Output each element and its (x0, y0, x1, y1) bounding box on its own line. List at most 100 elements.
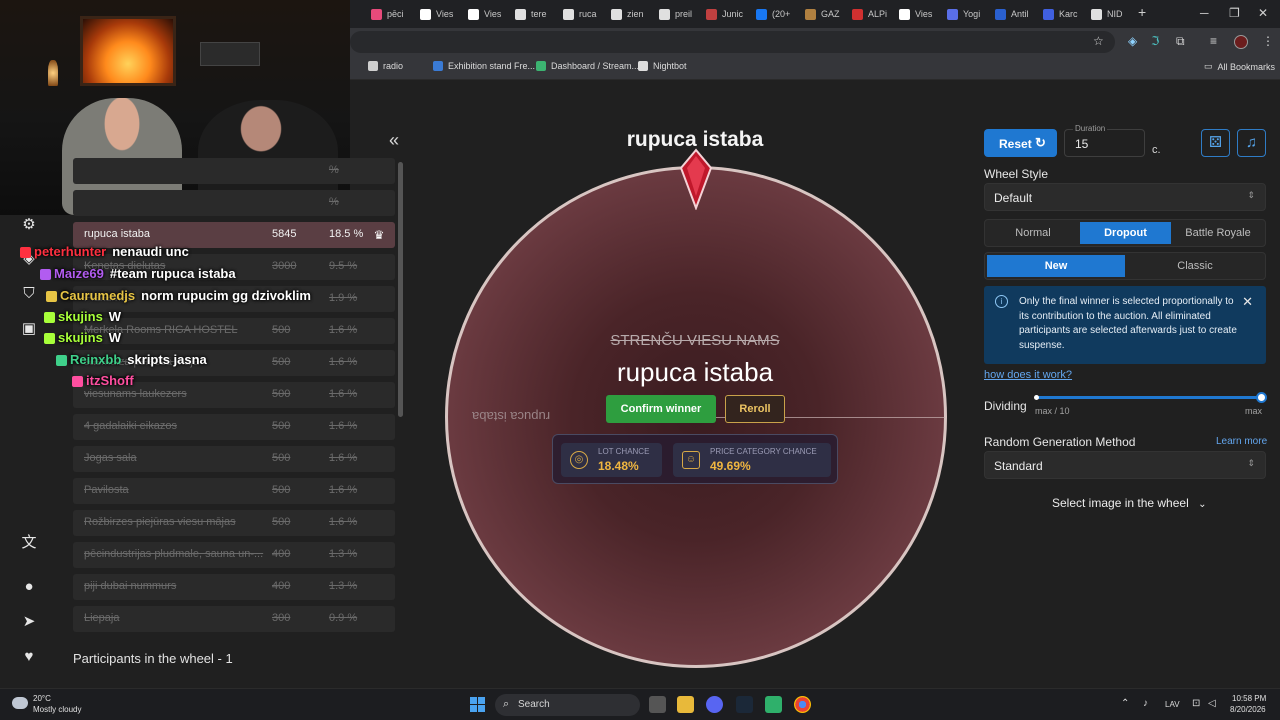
browser-tab[interactable]: pēci (371, 4, 415, 24)
settings-gear-icon[interactable]: ⚙ (20, 216, 38, 234)
telegram-icon[interactable]: ➤ (20, 613, 38, 631)
clock-date[interactable]: 8/20/2026 (1230, 705, 1266, 714)
dividing-slider-thumb[interactable] (1256, 392, 1267, 403)
lot-row[interactable]: 4 gadalaiki eikazos 500 1.6 % (73, 414, 395, 440)
browser-tab[interactable]: NID (1091, 4, 1135, 24)
bookmark-dashboard[interactable]: Dashboard / Stream... (536, 61, 639, 71)
browser-tab[interactable]: Junic (706, 4, 750, 24)
mode-dropout[interactable]: Dropout (1080, 222, 1171, 244)
lot-row[interactable]: pēcindustrijas pludmale, sauna un-... 400… (73, 542, 395, 568)
winner-trophy-icon[interactable]: ♛ (371, 226, 387, 244)
lot-row[interactable]: Rožbirzes piejūras viesu mājas 500 1.6 % (73, 510, 395, 536)
chrome-icon[interactable] (794, 696, 811, 713)
browser-tab[interactable]: Antil (995, 4, 1039, 24)
select-image-toggle[interactable]: Select image in the wheel ⌄ (1052, 496, 1206, 510)
browser-tab[interactable]: Karc (1043, 4, 1087, 24)
reading-list-icon[interactable]: ≡ (1210, 34, 1217, 48)
bookmark-nightbot[interactable]: Nightbot (638, 61, 687, 71)
tab-title: Karc (1059, 9, 1078, 19)
tab-favicon-icon (899, 8, 910, 20)
extensions-puzzle-icon[interactable]: ⧉ (1176, 34, 1185, 49)
browser-tab[interactable]: zien (611, 4, 655, 24)
browser-tab[interactable]: Vies (468, 4, 512, 24)
steam-icon[interactable] (736, 696, 753, 713)
chat-message: Reinxbb skripts jasna (56, 352, 207, 367)
collapse-panel-icon[interactable]: « (389, 130, 399, 151)
browser-tab[interactable]: preil (659, 4, 703, 24)
all-bookmarks[interactable]: ▭ All Bookmarks (1204, 61, 1275, 72)
browser-tab[interactable]: ALPi (852, 4, 896, 24)
shield-icon[interactable]: ⛉ (20, 285, 38, 303)
tab-title: zien (627, 9, 644, 19)
clock-time[interactable]: 10:58 PM (1232, 694, 1266, 703)
bookmark-star-icon[interactable]: ☆ (1093, 34, 1104, 48)
language-indicator[interactable]: LAV (1165, 700, 1180, 709)
random-dice-icon[interactable]: ⚄ (1201, 129, 1230, 157)
browser-tab[interactable]: Vies (420, 4, 464, 24)
random-method-value: Standard (994, 459, 1043, 473)
lot-row[interactable]: Pavilosta 500 1.6 % (73, 478, 395, 504)
minimize-icon[interactable]: ─ (1200, 6, 1209, 20)
github-icon[interactable]: ● (20, 578, 38, 596)
lot-list-scrollbar[interactable] (398, 162, 403, 417)
confirm-winner-button[interactable]: Confirm winner (606, 395, 716, 423)
lot-row[interactable]: Jogas sala 500 1.6 % (73, 446, 395, 472)
reset-button[interactable]: Reset ↻ (984, 129, 1057, 157)
weather-cloud-icon[interactable] (12, 697, 28, 709)
lot-row[interactable]: Liepaja 300 0.9 % (73, 606, 395, 632)
address-bar[interactable] (350, 31, 1115, 53)
dividing-max-label: max (1245, 406, 1263, 416)
task-view-icon[interactable] (649, 696, 666, 713)
discord-icon[interactable] (706, 696, 723, 713)
mode-normal[interactable]: Normal (987, 222, 1079, 244)
learn-more-link[interactable]: Learn more (1216, 436, 1267, 447)
translate-extension-icon[interactable]: ℑ (1151, 34, 1159, 48)
maximize-icon[interactable]: ❐ (1229, 6, 1240, 20)
variant-classic[interactable]: Classic (1127, 255, 1263, 277)
nightbot-favicon-icon (638, 61, 648, 71)
lot-amount: 300 (272, 612, 291, 624)
browser-tab[interactable]: ruca (563, 4, 607, 24)
close-icon[interactable]: ✕ (1242, 294, 1253, 310)
taskbar-search[interactable]: ⌕ Search (495, 694, 640, 716)
lot-row[interactable]: % (73, 158, 395, 184)
close-window-icon[interactable]: ✕ (1258, 6, 1268, 20)
lot-row[interactable]: piji dubai nummurs 400 1.3 % (73, 574, 395, 600)
new-tab-button[interactable]: + (1138, 4, 1146, 20)
profile-avatar[interactable] (1234, 35, 1248, 49)
volume-icon[interactable]: ◁ (1208, 698, 1216, 709)
browser-tab[interactable]: tere (515, 4, 559, 24)
translate-icon[interactable]: 文 (20, 534, 38, 552)
lot-amount: 500 (272, 388, 291, 400)
chat-text: norm rupucim gg dzivoklim (141, 288, 311, 303)
how-does-it-work-link[interactable]: how does it work? (984, 369, 1072, 381)
mode-battle-royale[interactable]: Battle Royale (1173, 222, 1263, 244)
lot-row[interactable]: % (73, 190, 395, 216)
dividing-slider-track[interactable] (1035, 396, 1262, 399)
app-icon[interactable] (765, 696, 782, 713)
bookmark-exhibition[interactable]: Exhibition stand Fre... (433, 61, 535, 71)
network-icon[interactable]: ⊡ (1192, 698, 1200, 709)
donate-icon[interactable]: ♥ (20, 648, 38, 666)
music-icon[interactable]: ♫ (1237, 129, 1266, 157)
microphone-icon[interactable]: ♪ (1143, 698, 1148, 709)
browser-tab[interactable]: Vies (899, 4, 943, 24)
bookmark-radio[interactable]: radio (368, 61, 403, 71)
lot-row[interactable]: Merkela Rooms RIGA HOSTEL 500 1.6 % (73, 318, 395, 344)
extension-icon[interactable]: ◈ (1128, 34, 1137, 48)
media-icon[interactable]: ▣ (20, 320, 38, 338)
wheel-style-select[interactable]: Default ⇕ (984, 183, 1266, 211)
browser-tab[interactable]: GAZ (805, 4, 849, 24)
browser-tab[interactable]: (20+ (756, 4, 800, 24)
reroll-button[interactable]: Reroll (725, 395, 785, 423)
chat-text: W (108, 330, 122, 345)
lot-amount: 500 (272, 452, 291, 464)
tab-title: preil (675, 9, 693, 19)
tray-chevron-icon[interactable]: ⌃ (1121, 698, 1129, 709)
variant-new[interactable]: New (987, 255, 1125, 277)
file-explorer-icon[interactable] (677, 696, 694, 713)
windows-start-icon[interactable] (470, 697, 485, 712)
browser-menu-icon[interactable]: ⋮ (1262, 34, 1274, 48)
random-method-select[interactable]: Standard ⇕ (984, 451, 1266, 479)
browser-tab[interactable]: Yogi (947, 4, 991, 24)
